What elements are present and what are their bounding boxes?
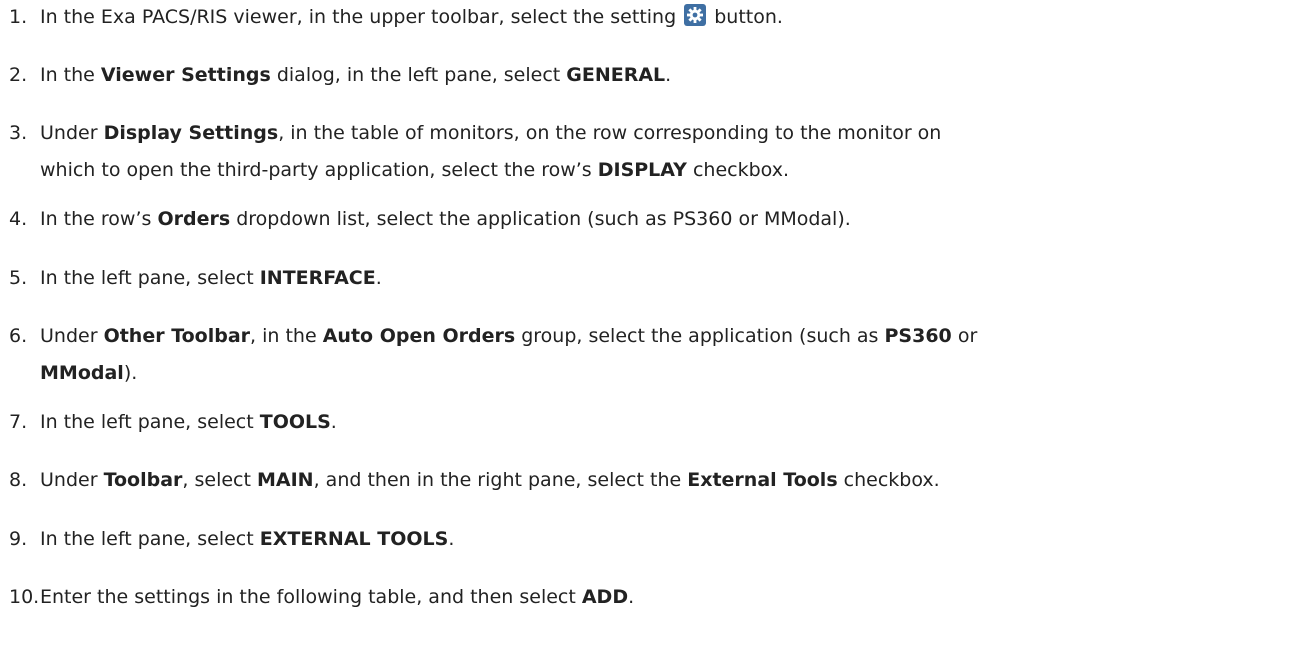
text-run: group, select the application (such as bbox=[515, 325, 885, 347]
step-text: Under Display Settings, in the table of … bbox=[40, 119, 941, 147]
step-line: 2. In the Viewer Settings dialog, in the … bbox=[0, 61, 1308, 89]
text-run: button. bbox=[708, 6, 783, 28]
step-number: 3. bbox=[9, 122, 28, 144]
step-text: which to open the third-party applicatio… bbox=[40, 156, 789, 184]
text-run: ). bbox=[123, 362, 138, 384]
text-run: In the bbox=[40, 64, 101, 86]
step-number: 5. bbox=[9, 267, 28, 289]
list-item: 7. In the left pane, select TOOLS. bbox=[0, 408, 1308, 436]
text-run: In the left pane, select bbox=[40, 528, 260, 550]
ui-term: PS360 bbox=[884, 325, 952, 347]
list-item: 6. Under Other Toolbar, in the Auto Open … bbox=[0, 322, 1308, 387]
list-item: 8. Under Toolbar, select MAIN, and then i… bbox=[0, 466, 1308, 494]
text-run: Enter the settings in the following tabl… bbox=[40, 586, 582, 608]
step-line: 5. In the left pane, select INTERFACE. bbox=[0, 264, 1308, 292]
step-line: 3. Under Display Settings, in the table o… bbox=[0, 119, 1308, 147]
step-text: In the left pane, select EXTERNAL TOOLS. bbox=[40, 525, 454, 553]
list-item: 2. In the Viewer Settings dialog, in the … bbox=[0, 61, 1308, 89]
step-text: Under Toolbar, select MAIN, and then in … bbox=[40, 466, 940, 494]
text-run: In the Exa PACS/RIS viewer, in the upper… bbox=[40, 6, 683, 28]
text-run: checkbox. bbox=[837, 469, 940, 491]
step-line: 6. Under Other Toolbar, in the Auto Open … bbox=[0, 322, 1308, 350]
step-number: 10. bbox=[9, 586, 40, 608]
step-number: 6. bbox=[9, 325, 28, 347]
step-line: MModal). bbox=[0, 359, 1308, 387]
text-run: , and then in the right pane, select the bbox=[313, 469, 688, 491]
text-run: checkbox. bbox=[686, 159, 789, 181]
ui-term: Display Settings bbox=[103, 122, 279, 144]
step-text: Enter the settings in the following tabl… bbox=[40, 583, 634, 611]
text-run: In the left pane, select bbox=[40, 267, 260, 289]
step-text: MModal). bbox=[40, 359, 137, 387]
step-line: 4. In the row’s Orders dropdown list, sel… bbox=[0, 205, 1308, 233]
text-run: dialog, in the left pane, select bbox=[270, 64, 567, 86]
ui-term: Other Toolbar bbox=[103, 325, 251, 347]
step-line: 8. Under Toolbar, select MAIN, and then i… bbox=[0, 466, 1308, 494]
text-run: In the left pane, select bbox=[40, 411, 260, 433]
step-line: which to open the third-party applicatio… bbox=[0, 156, 1308, 184]
step-text: In the Exa PACS/RIS viewer, in the upper… bbox=[40, 3, 783, 31]
step-line: 7. In the left pane, select TOOLS. bbox=[0, 408, 1308, 436]
step-number: 4. bbox=[9, 208, 28, 230]
text-run: dropdown list, select the application (s… bbox=[230, 208, 851, 230]
list-item: 4. In the row’s Orders dropdown list, sel… bbox=[0, 205, 1308, 233]
step-number: 7. bbox=[9, 411, 28, 433]
text-run: In the row’s bbox=[40, 208, 158, 230]
text-run: Under bbox=[40, 469, 104, 491]
ui-term: MModal bbox=[40, 362, 124, 384]
step-text: In the left pane, select INTERFACE. bbox=[40, 264, 382, 292]
text-run: , in the bbox=[250, 325, 323, 347]
gear-icon bbox=[684, 4, 707, 26]
list-item: 5. In the left pane, select INTERFACE. bbox=[0, 264, 1308, 292]
ui-term: Viewer Settings bbox=[100, 64, 271, 86]
list-item: 10. Enter the settings in the following t… bbox=[0, 583, 1308, 611]
text-run: . bbox=[448, 528, 455, 550]
step-line: 10. Enter the settings in the following t… bbox=[0, 583, 1308, 611]
list-item: 3. Under Display Settings, in the table o… bbox=[0, 119, 1308, 184]
text-run: Under bbox=[40, 122, 104, 144]
ui-term: External Tools bbox=[687, 469, 838, 491]
list-item: 1. In the Exa PACS/RIS viewer, in the upp… bbox=[0, 3, 1308, 31]
text-run: Under bbox=[40, 325, 104, 347]
text-run: or bbox=[951, 325, 978, 347]
step-number: 1. bbox=[9, 6, 28, 28]
text-run: which to open the third-party applicatio… bbox=[40, 159, 598, 181]
step-number: 2. bbox=[9, 64, 28, 86]
ui-term: INTERFACE bbox=[259, 267, 376, 289]
step-line: 1. In the Exa PACS/RIS viewer, in the upp… bbox=[0, 3, 1308, 31]
step-text: In the Viewer Settings dialog, in the le… bbox=[40, 61, 671, 89]
ui-term: Toolbar bbox=[103, 469, 183, 491]
ui-term: EXTERNAL TOOLS bbox=[259, 528, 449, 550]
step-text: In the row’s Orders dropdown list, selec… bbox=[40, 205, 851, 233]
list-item: 9. In the left pane, select EXTERNAL TOOL… bbox=[0, 525, 1308, 553]
step-text: In the left pane, select TOOLS. bbox=[40, 408, 337, 436]
ui-term: TOOLS bbox=[259, 411, 331, 433]
ui-term: GENERAL bbox=[566, 64, 666, 86]
ui-term: DISPLAY bbox=[597, 159, 687, 181]
text-run: , in the table of monitors, on the row c… bbox=[278, 122, 942, 144]
ui-term: Auto Open Orders bbox=[322, 325, 516, 347]
text-run: . bbox=[375, 267, 382, 289]
text-run: . bbox=[330, 411, 337, 433]
ui-term: MAIN bbox=[257, 469, 314, 491]
text-run: , select bbox=[182, 469, 257, 491]
step-line: 9. In the left pane, select EXTERNAL TOOL… bbox=[0, 525, 1308, 553]
step-text: Under Other Toolbar, in the Auto Open Or… bbox=[40, 322, 977, 350]
ui-term: Orders bbox=[157, 208, 231, 230]
step-number: 8. bbox=[9, 469, 28, 491]
step-number: 9. bbox=[9, 528, 28, 550]
text-run: . bbox=[665, 64, 672, 86]
ui-term: ADD bbox=[581, 586, 629, 608]
text-run: . bbox=[628, 586, 635, 608]
